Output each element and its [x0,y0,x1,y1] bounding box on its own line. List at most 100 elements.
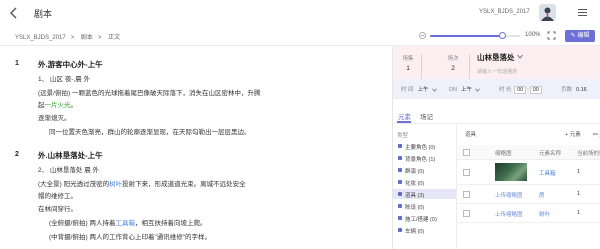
category-icon [398,168,402,172]
category-list: 类型 主要角色 (0) 背景角色 (1) 群演 (0) 化妆 (0) 道具 (3… [393,124,457,249]
time-value: 上午 [417,87,429,93]
scene-attributes: 时 间上午 DN 上午 时 长 00:00 页数 0.16 [393,79,600,99]
scene-description-input[interactable]: 请输入一句话描述 [477,68,517,75]
column-header: 当前场的数量 [577,151,600,157]
chevron-down-icon [475,88,480,92]
category-item-props[interactable]: 道具 (3) [393,189,456,199]
tagged-element[interactable]: 工具箱 [115,220,135,227]
upload-thumbnail-link[interactable]: 上传缩略图 [495,210,523,218]
zoom-out-icon[interactable] [419,32,426,39]
user-name[interactable]: YSLX_BJDS_2017 [479,9,530,15]
category-item[interactable]: 群演 (0) [393,165,456,175]
avatar[interactable] [539,4,556,21]
table-row[interactable]: 上传缩略图 树叶 1 [457,204,600,223]
action-line: (全俯摄/俯拍) 两人持着工具箱，相互扶持着向坡上爬。 [49,217,206,227]
breadcrumb-script[interactable]: 剧本 [81,35,93,41]
zoom-slider[interactable] [430,32,520,39]
detail-tabs: 元素 场记 [393,108,600,124]
category-item[interactable]: 车辆 (0) [393,225,456,235]
edit-button[interactable]: ✎ 编辑 [565,30,595,42]
zoom-level: 100% [525,32,541,38]
text-run: ，相互扶持着向坡上爬。 [134,220,207,227]
breadcrumb-project[interactable]: YSLX_BJDS_2017 [15,35,66,41]
page-title: 剧本 [34,9,53,19]
element-thumbnail[interactable] [495,163,527,181]
category-title: 类型 [397,133,409,139]
time-select[interactable]: 时 间上午 [401,85,437,93]
row-checkbox[interactable] [463,169,470,176]
category-item[interactable]: 陈设 (0) [393,201,456,211]
category-icon [398,180,402,184]
link-button[interactable]: ⚯ 关联 [593,130,600,138]
category-label: 陈设 (0) [405,205,425,211]
add-element-button[interactable]: + 元素 [565,130,581,138]
scene-meta: 2、 山林垦落处 晨 外 [38,167,100,174]
text-run: 逐渐熄灭。 [38,115,71,122]
tab-elements[interactable]: 元素 [398,111,411,121]
category-item[interactable]: 主要角色 (0) [393,141,456,151]
text-run: (远景/俯拍) 一颗蓝色的光球拖着尾巴像破天际落下，消失在山区密林中，升腾 [38,90,261,97]
category-icon [398,216,402,220]
menu-icon[interactable] [578,8,587,17]
element-quantity: 1 [577,191,581,197]
duration-minutes-input[interactable]: 00 [514,86,527,94]
table-title: 道具 [465,132,477,138]
elements-table: 道具 + 元素 ⚯ 关联 缩略图 元素名称 当前场的数量 工具箱 1 上传缩略图… [457,124,600,249]
category-label: 主要角色 (0) [405,145,436,151]
chevron-down-icon[interactable] [517,54,523,59]
text-run: (全俯摄/俯拍) 两人持着 [49,220,116,227]
top-bar: 剧本 YSLX_BJDS_2017 [0,0,600,28]
scene-meta: 1、 山区 夜-,晨 外 [38,76,91,83]
text-run: 在林间穿行。 [38,206,77,213]
time-label: 时 间 [401,87,414,93]
category-item[interactable]: 化妆 (0) [393,177,456,187]
element-name[interactable]: 工具箱 [539,169,556,177]
action-line: 起一片火光。 [38,99,77,109]
category-icon [398,192,402,196]
duration-seconds-input[interactable]: 00 [529,86,542,94]
scene-heading[interactable]: 外.游客中心外-上午 [38,59,103,70]
text-run: 投射下来，形成道道光束。离城不远处安全 [122,181,246,188]
scene-number: 2 [15,151,19,158]
element-name[interactable]: 树叶 [539,210,550,218]
edit-button-label: 编辑 [577,33,590,39]
action-line: (大全景) 阳光透过茂密的树叶投射下来，形成道道光束。离城不远处安全 [38,178,246,188]
scene-name[interactable]: 山林垦落处 [477,52,515,63]
tab-notes[interactable]: 场记 [420,111,433,121]
upload-thumbnail-link[interactable]: 上传缩略图 [495,191,523,199]
script-document[interactable]: 1 外.游客中心外-上午 1、 山区 夜-,晨 外 (远景/俯拍) 一颗蓝色的光… [0,46,392,249]
table-row[interactable]: 工具箱 1 [457,160,600,185]
row-checkbox[interactable] [463,191,470,198]
table-row[interactable]: 上传缩略图 房 1 [457,185,600,204]
episode-value: 1 [406,65,410,72]
action-line: 在林间穿行。 [38,203,77,213]
zoom-slider-handle[interactable] [498,32,506,39]
select-all-checkbox[interactable] [463,149,470,156]
duration-field[interactable]: 时 长 00:00 [499,85,543,94]
row-checkbox[interactable] [463,210,470,217]
text-run: (大全景) 阳光透过茂密的 [38,181,110,188]
pages-label: 页数 [561,87,573,93]
action-line: (中背摄/俯拍) 两人的工作背心上印着"通讯维修"的字样。 [49,231,211,241]
duration-separator: : [527,87,529,93]
column-header: 缩略图 [495,151,512,157]
category-label: 群演 (0) [405,169,425,175]
tagged-element[interactable]: 树叶 [109,181,122,188]
tagged-element[interactable]: 一片火光 [45,102,71,109]
category-item[interactable]: 背景角色 (1) [393,153,456,163]
category-label: 车辆 (0) [405,229,425,235]
daynight-select[interactable]: DN 上午 [449,85,480,93]
category-item[interactable]: 施工/搭建 (0) [393,213,456,223]
category-label: 背景角色 (1) [405,157,436,163]
category-label: 道具 (3) [405,193,425,199]
episode-field[interactable]: 场集 1 [398,54,418,72]
back-arrow-icon[interactable] [9,7,19,19]
element-name[interactable]: 房 [539,191,545,199]
category-icon [398,156,402,160]
zoom-slider-fill [430,35,502,37]
daynight-label: DN [449,87,457,93]
scene-heading[interactable]: 外.山林垦落处-上午 [38,150,103,161]
category-label: 施工/搭建 (0) [405,217,437,223]
chevron-down-icon [431,88,437,92]
fullscreen-icon[interactable] [547,31,556,40]
